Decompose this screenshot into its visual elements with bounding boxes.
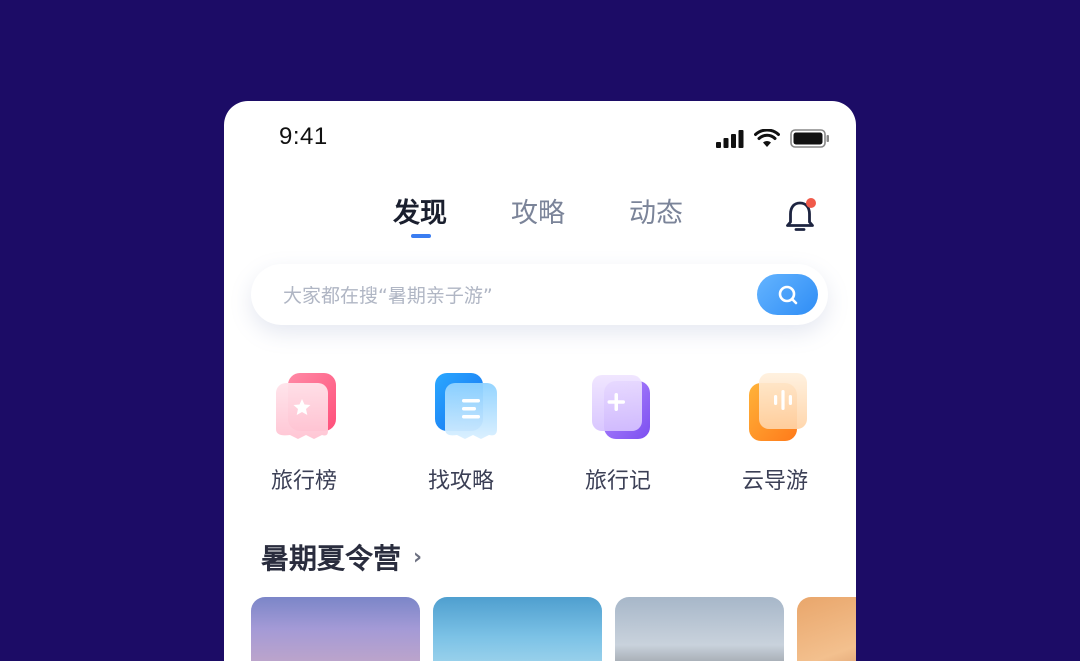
section-header[interactable]: 暑期夏令营 › — [261, 537, 422, 577]
bell-icon — [786, 198, 816, 231]
camp-card-image[interactable] — [433, 597, 602, 661]
star-icon — [274, 371, 342, 447]
tab-moments[interactable]: 动态 — [629, 191, 683, 230]
tab-discover[interactable]: 发现 — [393, 191, 447, 230]
quick-link-find-guides[interactable]: 找攻略 — [401, 371, 521, 501]
active-tab-indicator — [411, 234, 431, 238]
quick-link-label: 旅行榜 — [270, 469, 337, 494]
status-icons — [716, 129, 830, 148]
quick-link-label: 找攻略 — [427, 469, 494, 494]
status-bar: 9:41 — [224, 101, 856, 177]
audio-icon — [745, 371, 813, 447]
wifi-icon — [754, 129, 780, 147]
list-icon — [431, 371, 499, 447]
camp-card-image[interactable] — [251, 597, 420, 661]
notification-button[interactable] — [784, 195, 820, 235]
camp-card-image[interactable] — [615, 597, 784, 661]
search-button[interactable] — [757, 274, 818, 315]
signal-icon — [716, 129, 744, 148]
battery-icon — [790, 129, 829, 148]
search-input[interactable] — [281, 264, 755, 327]
quick-link-rankings[interactable]: 旅行榜 — [244, 371, 364, 501]
phone-screen: 9:41 发现 攻略 动态 大家都在搜“暑期亲子游” 旅行榜 找攻略 旅行记 云… — [224, 101, 856, 661]
quick-link-travelogue[interactable]: 旅行记 — [558, 371, 678, 501]
section-title: 暑期夏令营 — [261, 542, 402, 575]
quick-links: 旅行榜 找攻略 旅行记 云导游 — [224, 371, 856, 501]
notification-dot — [806, 198, 816, 208]
search-icon — [778, 285, 797, 304]
status-time: 9:41 — [279, 123, 328, 150]
quick-link-label: 云导游 — [741, 469, 808, 494]
search-bar — [251, 264, 828, 327]
plus-icon — [588, 371, 656, 447]
camp-card-image[interactable] — [797, 597, 856, 661]
top-tabs: 发现 攻略 动态 — [224, 191, 856, 241]
camp-cards — [251, 597, 856, 661]
tab-guides[interactable]: 攻略 — [511, 191, 565, 230]
chevron-right-icon[interactable]: › — [413, 545, 422, 570]
quick-link-audio-guide[interactable]: 云导游 — [715, 371, 835, 501]
quick-link-label: 旅行记 — [584, 469, 651, 494]
